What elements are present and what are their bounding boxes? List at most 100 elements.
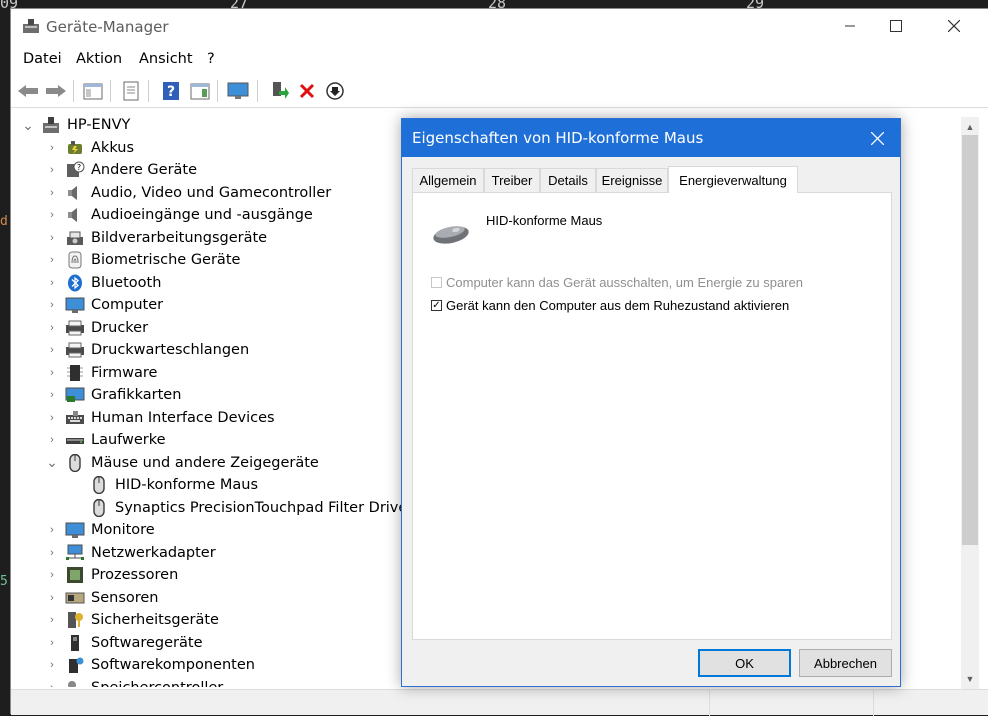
printer-icon	[65, 319, 85, 337]
tree-category[interactable]: › Sicherheitsgeräte	[45, 609, 219, 631]
mouse-icon	[65, 453, 85, 472]
tree-category[interactable]: › Sensoren	[45, 587, 158, 609]
tree-item-label: Biometrische Geräte	[91, 252, 241, 268]
uninstall-button[interactable]	[295, 79, 319, 103]
chevron-right-icon[interactable]: ›	[45, 276, 59, 290]
dialog-close-button[interactable]	[854, 119, 900, 157]
chevron-right-icon[interactable]: ›	[45, 433, 59, 447]
computer-root-icon	[41, 116, 61, 134]
chevron-right-icon[interactable]: ›	[45, 253, 59, 267]
chevron-right-icon[interactable]: ›	[45, 591, 59, 605]
maximize-button[interactable]	[873, 9, 919, 43]
menu-help[interactable]: ?	[207, 51, 215, 67]
chevron-right-icon[interactable]: ›	[45, 321, 59, 335]
wake-checkbox[interactable]: ✓	[431, 300, 442, 311]
chevron-right-icon[interactable]: ›	[45, 163, 59, 177]
tab-allgemein[interactable]: Allgemein	[412, 168, 484, 192]
help-icon: ?	[163, 82, 179, 100]
tree-item-label: Mäuse und andere Zeigegeräte	[91, 454, 319, 471]
device-name: HID-konforme Maus	[486, 213, 603, 228]
tree-category[interactable]: › Prozessoren	[45, 564, 178, 586]
tree-category[interactable]: › Netzwerkadapter	[45, 542, 216, 564]
chevron-right-icon[interactable]: ›	[45, 523, 59, 537]
chevron-right-icon[interactable]: ›	[45, 366, 59, 380]
chevron-down-icon[interactable]: ⌄	[45, 454, 59, 470]
chevron-right-icon[interactable]: ›	[45, 343, 59, 357]
tree-category[interactable]: › Speichercontroller	[45, 677, 223, 688]
chevron-right-icon[interactable]: ›	[45, 141, 59, 155]
vertical-scrollbar[interactable]: ▲ ▼	[961, 117, 979, 689]
forward-button[interactable]	[44, 79, 68, 103]
ok-button[interactable]: OK	[698, 649, 791, 677]
tree-category[interactable]: › Laufwerke	[45, 429, 165, 451]
tree-category[interactable]: ⌄ Mäuse und andere Zeigegeräte	[45, 452, 319, 474]
tree-category[interactable]: › Softwarekomponenten	[45, 654, 255, 676]
chevron-down-icon[interactable]: ⌄	[21, 117, 35, 133]
power-off-checkbox[interactable]	[431, 277, 442, 288]
tree-root[interactable]: ⌄ HP-ENVY	[21, 114, 130, 136]
tree-category[interactable]: › Firmware	[45, 362, 157, 384]
speaker-icon	[65, 184, 85, 202]
chevron-right-icon[interactable]: ›	[45, 186, 59, 200]
chevron-right-icon[interactable]: ›	[45, 546, 59, 560]
chevron-right-icon[interactable]: ›	[45, 636, 59, 650]
tree-category[interactable]: › Drucker	[45, 317, 148, 339]
cancel-button[interactable]: Abbrechen	[799, 649, 892, 677]
tree-category[interactable]: › Bildverarbeitungsgeräte	[45, 227, 267, 249]
tree-category[interactable]: › Audio, Video und Gamecontroller	[45, 182, 331, 204]
tree-category[interactable]: › Biometrische Geräte	[45, 249, 240, 271]
tab-details[interactable]: Details	[540, 168, 596, 192]
tree-category[interactable]: › Human Interface Devices	[45, 407, 274, 429]
disable-device-button[interactable]	[323, 79, 347, 103]
tree-category[interactable]: › Monitore	[45, 519, 155, 541]
svg-text:?: ?	[167, 84, 175, 100]
tab-energieverwaltung[interactable]: Energieverwaltung	[668, 166, 798, 193]
tree-category[interactable]: › Druckwarteschlangen	[45, 339, 249, 361]
minimize-button[interactable]	[827, 9, 873, 43]
speaker-icon	[65, 206, 85, 224]
chevron-right-icon[interactable]: ›	[45, 231, 59, 245]
tree-category[interactable]: › Akkus	[45, 137, 134, 159]
update-driver-button[interactable]	[267, 79, 291, 103]
tree-category[interactable]: › Computer	[45, 294, 163, 316]
chevron-right-icon[interactable]: ›	[45, 411, 59, 425]
chevron-right-icon[interactable]: ›	[45, 613, 59, 627]
close-button[interactable]	[931, 9, 977, 43]
tree-category[interactable]: ›? Andere Geräte	[45, 159, 197, 181]
software-device-icon	[65, 634, 85, 652]
tree-item-label: Grafikkarten	[91, 387, 182, 403]
tree-category[interactable]: › Audioeingänge und -ausgänge	[45, 204, 313, 226]
help-button[interactable]: ?	[159, 79, 183, 103]
tree-device[interactable]: HID-konforme Maus	[89, 474, 258, 496]
tree-category[interactable]: › Softwaregeräte	[45, 632, 203, 654]
chevron-right-icon[interactable]: ›	[45, 568, 59, 582]
security-key-icon	[65, 611, 85, 629]
tree-device[interactable]: Synaptics PrecisionTouchpad Filter Drive…	[89, 497, 413, 519]
chevron-right-icon[interactable]: ›	[45, 681, 59, 688]
scan-hardware-button[interactable]	[226, 79, 250, 103]
show-hide-tree-button[interactable]	[81, 79, 105, 103]
chevron-right-icon[interactable]: ›	[45, 298, 59, 312]
title-bar[interactable]: Geräte-Manager	[11, 9, 988, 45]
scroll-down-arrow-icon[interactable]: ▼	[961, 671, 979, 687]
chevron-right-icon[interactable]: ›	[45, 388, 59, 402]
processor-icon	[65, 566, 85, 584]
scroll-up-arrow-icon[interactable]: ▲	[961, 119, 979, 135]
action-pane-button[interactable]	[188, 79, 212, 103]
scrollbar-thumb[interactable]	[962, 135, 978, 545]
back-button[interactable]	[16, 79, 40, 103]
properties-button[interactable]	[119, 79, 143, 103]
tree-category[interactable]: › Bluetooth	[45, 272, 161, 294]
tree-category[interactable]: › Grafikkarten	[45, 384, 181, 406]
menu-aktion[interactable]: Aktion	[76, 51, 122, 67]
software-component-icon	[65, 656, 85, 674]
menu-ansicht[interactable]: Ansicht	[139, 51, 193, 67]
tree-item-label: Akkus	[91, 139, 135, 156]
dialog-title-bar[interactable]: Eigenschaften von HID-konforme Maus	[402, 119, 900, 157]
tab-ereignisse[interactable]: Ereignisse	[596, 168, 668, 192]
toolbar: ?	[11, 74, 988, 108]
menu-datei[interactable]: Datei	[23, 51, 62, 67]
chevron-right-icon[interactable]: ›	[45, 208, 59, 222]
tab-treiber[interactable]: Treiber	[484, 168, 540, 192]
chevron-right-icon[interactable]: ›	[45, 658, 59, 672]
